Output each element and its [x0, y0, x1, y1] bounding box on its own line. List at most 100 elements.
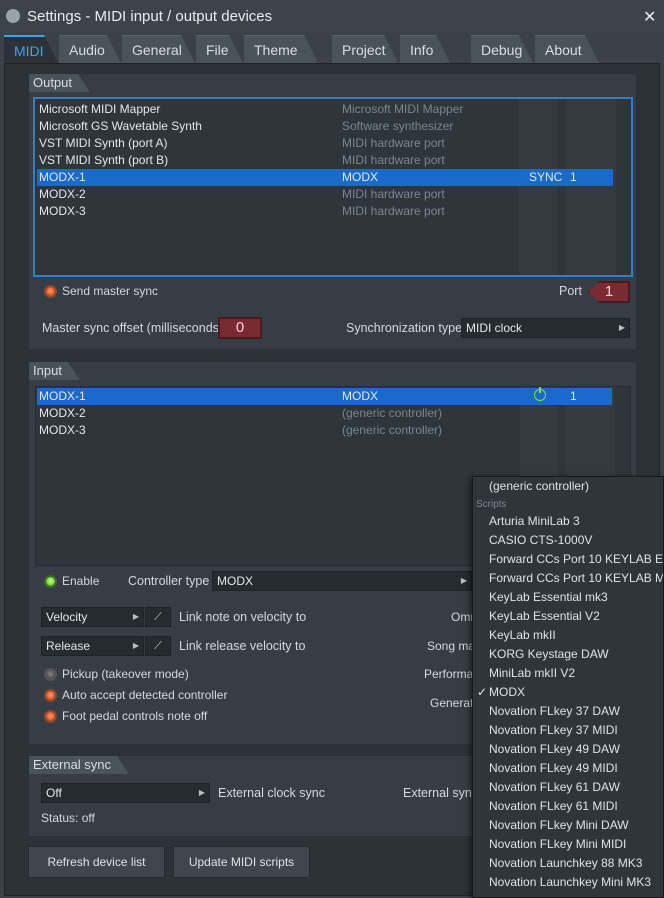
tab-project[interactable]: Project	[332, 35, 398, 63]
release-dropdown[interactable]: Release ▶	[41, 636, 144, 656]
menu-item-modx[interactable]: ✓ MODX	[473, 683, 663, 702]
device-name: VST MIDI Synth (port A)	[39, 136, 168, 150]
refresh-device-list-button[interactable]: Refresh device list	[28, 846, 165, 878]
performance-label: Performa	[424, 667, 474, 681]
menu-item[interactable]: CASIO CTS-1000V	[473, 531, 663, 550]
port-number: 1	[570, 170, 577, 184]
auto-accept-toggle[interactable]	[44, 689, 57, 702]
external-sync-header: External sync	[29, 756, 129, 774]
tab-file[interactable]: File	[196, 35, 243, 63]
triangle-right-icon: ▶	[132, 612, 139, 621]
tab-theme[interactable]: Theme	[244, 35, 318, 63]
triangle-right-icon: ▶	[618, 323, 625, 332]
link-icon[interactable]: ⟋	[145, 636, 171, 656]
controller-type-label: Controller type	[128, 574, 210, 588]
title-bar: Settings - MIDI input / output devices ✕	[0, 0, 664, 32]
menu-item[interactable]: Novation FLkey Mini MIDI	[473, 835, 663, 854]
device-name: Microsoft GS Wavetable Synth	[39, 119, 202, 133]
foot-pedal-label: Foot pedal controls note off	[62, 709, 208, 723]
tab-midi[interactable]: MIDI	[4, 35, 58, 63]
device-name: MODX-1	[39, 389, 86, 403]
external-clock-sync-label: External clock sync	[218, 786, 325, 800]
triangle-right-icon: ▶	[198, 788, 205, 797]
menu-section-header: Scripts	[476, 499, 507, 510]
menu-item[interactable]: Forward CCs Port 10 KEYLAB ESS V2	[473, 550, 663, 569]
sync-type-label: Synchronization type	[346, 321, 463, 335]
port-number: 1	[570, 389, 577, 403]
status-text: Status: off	[41, 811, 95, 825]
menu-item[interactable]: Novation FLkey 49 MIDI	[473, 759, 663, 778]
input-header: Input	[29, 362, 80, 380]
menu-item[interactable]: Novation FLkey 37 DAW	[473, 702, 663, 721]
generate-label: Generat	[430, 696, 474, 710]
device-desc: Microsoft MIDI Mapper	[342, 102, 464, 116]
table-row[interactable]: MODX-3 (generic controller)	[37, 422, 612, 439]
controller-type-value: MODX	[217, 574, 253, 588]
table-row[interactable]: VST MIDI Synth (port A) MIDI hardware por…	[37, 135, 613, 152]
menu-item[interactable]: Novation Launchkey Mini MK3	[473, 873, 663, 892]
menu-item-label: MODX	[489, 685, 525, 699]
update-midi-scripts-button[interactable]: Update MIDI scripts	[173, 846, 310, 878]
output-device-list[interactable]: Microsoft MIDI Mapper Microsoft MIDI Mapp…	[33, 97, 633, 277]
window-title: Settings - MIDI input / output devices	[27, 8, 273, 25]
tab-audio[interactable]: Audio	[59, 35, 121, 63]
table-row[interactable]: MODX-3 MIDI hardware port	[37, 203, 613, 220]
device-desc: (generic controller)	[342, 423, 443, 437]
device-desc: (generic controller)	[342, 406, 443, 420]
menu-item[interactable]: KeyLab Essential V2	[473, 607, 663, 626]
table-row[interactable]: Microsoft GS Wavetable Synth Software syn…	[37, 118, 613, 135]
menu-item[interactable]: Novation Launchkey 88 MK3	[473, 854, 663, 873]
triangle-right-icon: ▶	[460, 576, 467, 585]
power-icon[interactable]	[534, 387, 546, 401]
tab-debug[interactable]: Debug	[471, 35, 533, 63]
menu-item[interactable]: (generic controller)	[473, 477, 663, 496]
table-row[interactable]: Microsoft MIDI Mapper Microsoft MIDI Mapp…	[37, 101, 613, 118]
device-desc: MIDI hardware port	[342, 136, 445, 150]
app-logo-icon	[6, 9, 20, 23]
link-icon[interactable]: ⟋	[145, 607, 171, 627]
menu-item[interactable]: MiniLab mkII V2	[473, 664, 663, 683]
device-desc: MIDI hardware port	[342, 204, 445, 218]
menu-item[interactable]: KeyLab mkII	[473, 626, 663, 645]
table-row[interactable]: VST MIDI Synth (port B) MIDI hardware por…	[37, 152, 613, 169]
table-row[interactable]: MODX-2 MIDI hardware port	[37, 186, 613, 203]
controller-type-dropdown[interactable]: MODX ▶	[212, 571, 472, 591]
close-icon[interactable]: ✕	[643, 7, 656, 27]
send-master-sync-toggle[interactable]	[44, 285, 57, 298]
table-row[interactable]: MODX-2 (generic controller)	[37, 405, 612, 422]
menu-item[interactable]: Novation FLkey Mini DAW	[473, 816, 663, 835]
external-sync-right-label: External sync	[403, 786, 479, 800]
menu-item[interactable]: KeyLab Essential mk3	[473, 588, 663, 607]
device-name: MODX-3	[39, 423, 86, 437]
device-name: MODX-2	[39, 406, 86, 420]
table-row[interactable]: MODX-1 MODX 1	[37, 387, 612, 405]
menu-item[interactable]: Novation FLkey 49 DAW	[473, 740, 663, 759]
external-sync-mode-dropdown[interactable]: Off ▶	[41, 783, 210, 803]
device-desc: MODX	[342, 170, 378, 184]
device-name: MODX-3	[39, 204, 86, 218]
menu-item[interactable]: Novation FLkey 61 MIDI	[473, 797, 663, 816]
device-desc: MODX	[342, 389, 378, 403]
port-label: Port	[559, 284, 582, 298]
enable-toggle[interactable]	[44, 575, 57, 588]
tab-general[interactable]: General	[122, 35, 195, 63]
menu-item[interactable]: Novation FLkey 61 DAW	[473, 778, 663, 797]
menu-item[interactable]: KORG Keystage DAW	[473, 645, 663, 664]
release-value: Release	[46, 639, 91, 653]
menu-item[interactable]: Novation FLkey 37 MIDI	[473, 721, 663, 740]
pickup-toggle[interactable]	[44, 668, 57, 681]
velocity-dropdown[interactable]: Velocity ▶	[41, 607, 144, 627]
tab-info[interactable]: Info	[400, 35, 450, 63]
velocity-value: Velocity	[46, 610, 88, 624]
foot-pedal-toggle[interactable]	[44, 710, 57, 723]
master-sync-offset-label: Master sync offset (milliseconds)	[42, 321, 224, 335]
table-row[interactable]: MODX-1 MODX SYNC 1	[37, 169, 613, 186]
master-sync-offset-value[interactable]: 0	[218, 317, 262, 339]
menu-item[interactable]: Forward CCs Port 10 KEYLAB MKII	[473, 569, 663, 588]
device-name: MODX-1	[39, 170, 86, 184]
tab-about[interactable]: About	[535, 35, 599, 63]
menu-item[interactable]: Arturia MiniLab 3	[473, 512, 663, 531]
sync-type-dropdown[interactable]: MIDI clock ▶	[461, 318, 630, 338]
controller-type-menu[interactable]: (generic controller) Scripts Arturia Min…	[472, 476, 664, 898]
device-name: Microsoft MIDI Mapper	[39, 102, 161, 116]
